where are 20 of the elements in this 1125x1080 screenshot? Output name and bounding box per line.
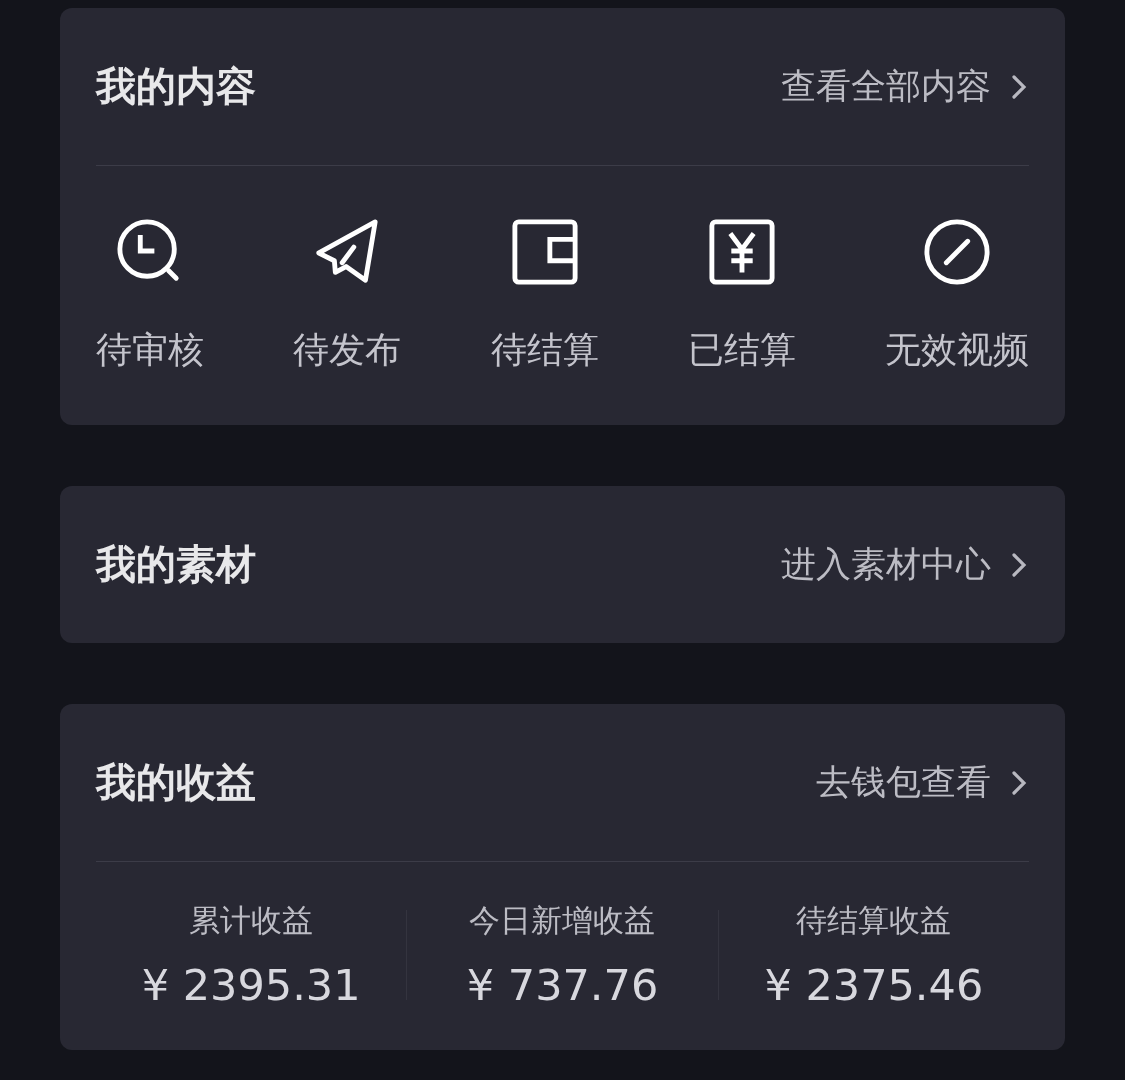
category-label[interactable]: 待结算: [490, 326, 599, 375]
wallet-link[interactable]: 去钱包查看: [816, 759, 991, 806]
stat-label: 待结算收益: [796, 901, 952, 940]
category-label[interactable]: 待发布: [293, 326, 402, 375]
stat-value: ¥ 2395.31: [141, 960, 361, 1010]
section-title: 我的收益: [96, 758, 257, 807]
view-all-link[interactable]: 查看全部内容: [781, 63, 991, 110]
category-label[interactable]: 待审核: [96, 326, 204, 375]
category-label[interactable]: 已结算: [687, 326, 796, 375]
stat-value: ¥ 737.76: [466, 960, 659, 1010]
stat-value: ¥ 2375.46: [764, 960, 984, 1010]
slash-circle-icon[interactable]: [923, 218, 991, 286]
section-title: 我的素材: [96, 540, 257, 589]
section-title: 我的内容: [96, 62, 257, 111]
stat-label: 今日新增收益: [469, 901, 656, 940]
yen-icon[interactable]: [707, 218, 776, 286]
stat-label: 累计收益: [189, 901, 314, 940]
category-label[interactable]: 无效视频: [885, 326, 1029, 375]
material-center-link[interactable]: 进入素材中心: [781, 541, 991, 588]
wallet-icon[interactable]: [510, 218, 579, 286]
